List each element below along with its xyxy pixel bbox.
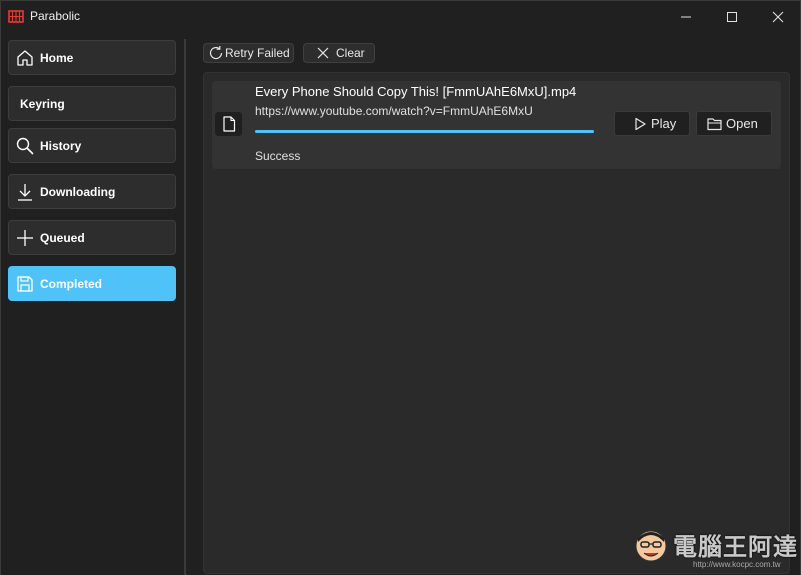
play-button[interactable]: Play bbox=[614, 111, 690, 136]
sidebar-item-label: Keyring bbox=[20, 96, 65, 111]
clear-label: Clear bbox=[336, 46, 365, 60]
open-button[interactable]: Open bbox=[696, 111, 772, 136]
sidebar-divider[interactable] bbox=[184, 39, 186, 574]
download-progress-fill bbox=[255, 130, 594, 133]
sidebar-item-label: History bbox=[40, 138, 82, 153]
minimize-button[interactable] bbox=[663, 1, 709, 32]
sidebar-item-queued[interactable]: Queued bbox=[8, 220, 176, 255]
mascot-face-icon bbox=[635, 530, 667, 562]
title-bar: Parabolic bbox=[1, 1, 800, 32]
completed-page: Retry Failed Clear Every Phone Should Co… bbox=[187, 32, 800, 575]
sidebar-item-keyring[interactable]: Keyring bbox=[8, 86, 176, 121]
retry-failed-label: Retry Failed bbox=[225, 46, 290, 60]
download-status: Success bbox=[255, 149, 301, 163]
sidebar: Home Keyring History Downloading Queued bbox=[1, 32, 184, 575]
minimize-icon bbox=[681, 16, 691, 17]
sidebar-item-label: Queued bbox=[40, 230, 85, 245]
sidebar-item-label: Home bbox=[40, 50, 74, 65]
download-url: https://www.youtube.com/watch?v=FmmUAhE6… bbox=[255, 104, 533, 118]
search-icon bbox=[14, 135, 36, 157]
maximize-icon bbox=[727, 11, 737, 22]
sidebar-item-completed[interactable]: Completed bbox=[8, 266, 176, 301]
close-icon bbox=[314, 44, 332, 62]
watermark-text: 電腦王阿達 bbox=[673, 533, 798, 561]
sidebar-item-label: Completed bbox=[40, 276, 103, 291]
clear-button[interactable]: Clear bbox=[303, 43, 375, 63]
app-logo-icon bbox=[8, 10, 24, 23]
refresh-icon bbox=[207, 44, 225, 62]
save-icon bbox=[14, 273, 36, 295]
download-progress bbox=[255, 130, 594, 133]
sidebar-item-home[interactable]: Home bbox=[8, 40, 176, 75]
completed-list[interactable]: Every Phone Should Copy This! [FmmUAhE6M… bbox=[203, 72, 790, 574]
open-label: Open bbox=[726, 116, 758, 131]
sidebar-item-label: Downloading bbox=[40, 184, 116, 199]
document-icon bbox=[222, 116, 235, 132]
play-icon bbox=[631, 115, 649, 133]
close-icon bbox=[772, 11, 784, 22]
folder-icon bbox=[706, 115, 724, 133]
play-label: Play bbox=[651, 116, 677, 131]
sidebar-item-history[interactable]: History bbox=[8, 128, 176, 163]
watermark: 電腦王阿達 http://www.kocpc.com.tw bbox=[633, 525, 797, 570]
download-icon bbox=[14, 181, 36, 203]
home-icon bbox=[14, 47, 36, 69]
sidebar-item-downloading[interactable]: Downloading bbox=[8, 174, 176, 209]
file-button[interactable] bbox=[215, 112, 242, 136]
retry-failed-button[interactable]: Retry Failed bbox=[203, 43, 294, 63]
app-window: Parabolic Home Keyring History Downloadi… bbox=[0, 0, 801, 575]
maximize-button[interactable] bbox=[709, 1, 755, 32]
download-row: Every Phone Should Copy This! [FmmUAhE6M… bbox=[212, 81, 781, 169]
plus-icon bbox=[14, 227, 36, 249]
download-title: Every Phone Should Copy This! [FmmUAhE6M… bbox=[255, 84, 577, 99]
watermark-url: http://www.kocpc.com.tw bbox=[693, 560, 781, 569]
close-button[interactable] bbox=[755, 1, 801, 32]
window-title: Parabolic bbox=[30, 9, 81, 23]
